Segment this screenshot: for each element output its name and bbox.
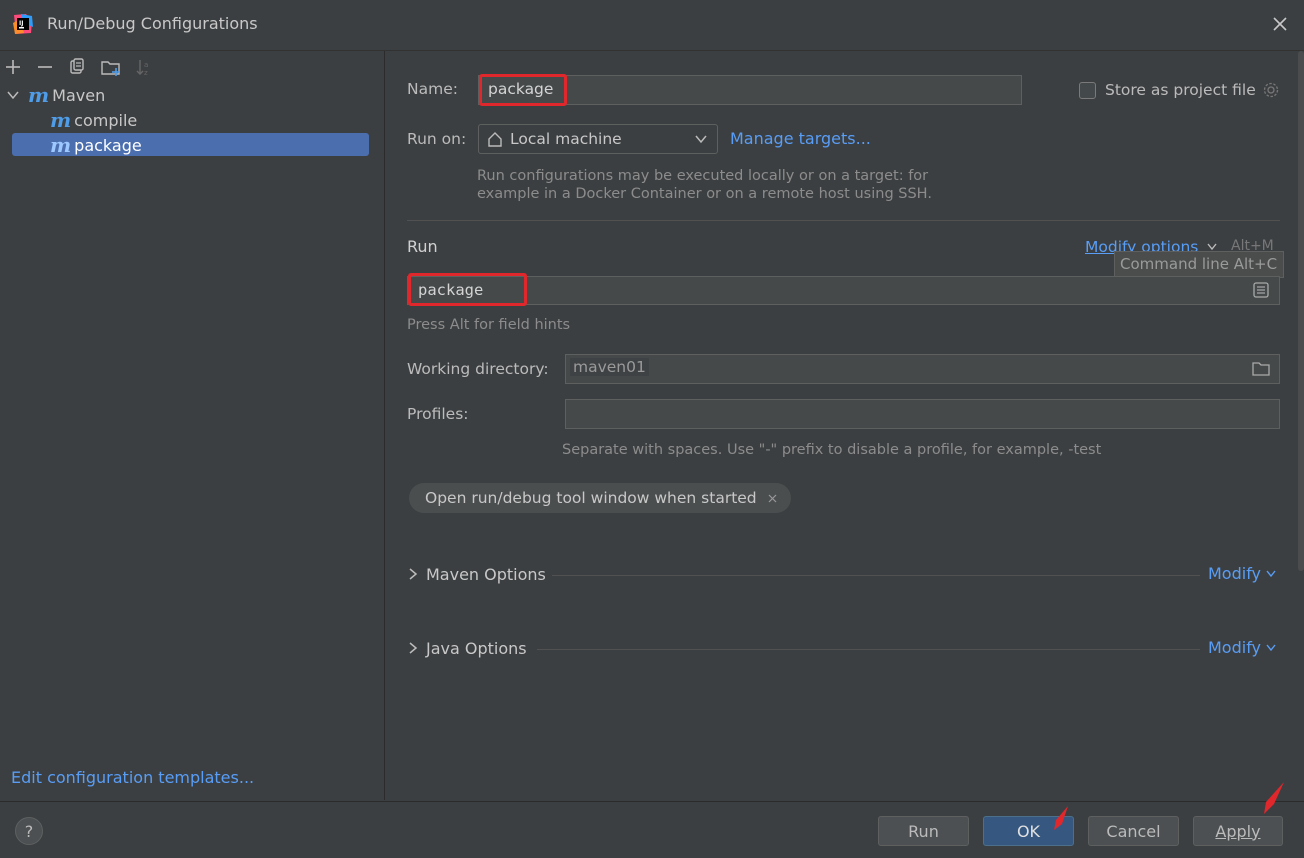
tree-item-label: package	[74, 135, 142, 155]
working-directory-value: maven01	[570, 358, 649, 376]
folder-icon[interactable]	[1251, 360, 1271, 378]
chevron-down-icon	[1266, 644, 1276, 652]
svg-text:IJ: IJ	[19, 20, 23, 27]
svg-text:z: z	[144, 69, 148, 77]
field-hints-text: Press Alt for field hints	[407, 317, 571, 333]
chevron-right-icon[interactable]	[407, 641, 419, 655]
profiles-label: Profiles:	[407, 405, 469, 423]
profiles-hint: Separate with spaces. Use "-" prefix to …	[562, 442, 1102, 458]
tree-item-package[interactable]: m package	[50, 133, 142, 157]
annotation-arrow-icon	[1264, 782, 1284, 814]
run-on-hint-line-2: example in a Docker Container or on a re…	[477, 186, 932, 202]
divider	[407, 220, 1280, 221]
sort-icon[interactable]: a z	[133, 56, 155, 78]
java-options-section[interactable]: Java Options	[426, 639, 527, 658]
tree-item-label: compile	[74, 110, 138, 130]
run-button[interactable]: Run	[878, 816, 969, 846]
tree-group-maven[interactable]: m Maven	[6, 83, 105, 107]
java-options-modify-link[interactable]: Modify	[1208, 638, 1261, 657]
divider	[552, 575, 1200, 576]
chevron-down-icon	[1266, 570, 1276, 578]
tree-item-compile[interactable]: m compile	[50, 108, 137, 132]
run-on-label: Run on:	[407, 130, 467, 148]
maven-icon: m	[50, 133, 72, 157]
working-directory-field[interactable]	[565, 354, 1280, 384]
chevron-down-icon[interactable]	[6, 88, 20, 102]
window-title: Run/Debug Configurations	[47, 14, 258, 33]
working-directory-label: Working directory:	[407, 360, 549, 378]
name-highlight-box	[479, 74, 567, 106]
gear-icon[interactable]	[1262, 81, 1280, 99]
annotation-arrow-icon	[1054, 806, 1068, 830]
copy-icon[interactable]	[66, 56, 88, 78]
intellij-app-icon: IJ	[13, 14, 33, 34]
edit-configuration-templates-link[interactable]: Edit configuration templates...	[11, 768, 254, 787]
add-icon[interactable]	[2, 56, 24, 78]
home-icon	[488, 132, 502, 147]
svg-text:a: a	[144, 61, 148, 69]
new-folder-icon[interactable]	[100, 56, 122, 78]
chevron-down-icon	[695, 135, 707, 144]
tree-group-label: Maven	[52, 85, 106, 105]
store-as-project-file-checkbox[interactable]	[1079, 82, 1096, 99]
scrollbar[interactable]	[1298, 51, 1304, 571]
remove-icon[interactable]	[34, 56, 56, 78]
configurations-sidebar	[0, 51, 385, 800]
divider	[537, 649, 1200, 650]
apply-button[interactable]: Apply	[1193, 816, 1283, 846]
help-button[interactable]: ?	[15, 817, 43, 845]
command-line-tooltip: Command line Alt+C	[1114, 251, 1284, 278]
close-icon[interactable]	[767, 493, 778, 504]
chevron-right-icon[interactable]	[407, 567, 419, 581]
name-label: Name:	[407, 80, 458, 98]
run-on-hint-line-1: Run configurations may be executed local…	[477, 168, 929, 184]
manage-targets-link[interactable]: Manage targets...	[730, 129, 871, 148]
command-line-field[interactable]	[407, 276, 1280, 305]
maven-options-section[interactable]: Maven Options	[426, 565, 546, 584]
close-icon[interactable]	[1270, 14, 1290, 34]
chip-label: Open run/debug tool window when started	[425, 489, 757, 507]
profiles-field[interactable]	[565, 399, 1280, 429]
run-on-value: Local machine	[510, 130, 622, 148]
store-as-project-file-label[interactable]: Store as project file	[1105, 81, 1256, 99]
maven-icon: m	[28, 83, 50, 107]
expand-editor-icon[interactable]	[1252, 281, 1270, 299]
cancel-button[interactable]: Cancel	[1088, 816, 1179, 846]
command-highlight-box	[408, 273, 527, 306]
maven-options-modify-link[interactable]: Modify	[1208, 564, 1261, 583]
run-section-title: Run	[407, 237, 438, 256]
maven-icon: m	[50, 108, 72, 132]
